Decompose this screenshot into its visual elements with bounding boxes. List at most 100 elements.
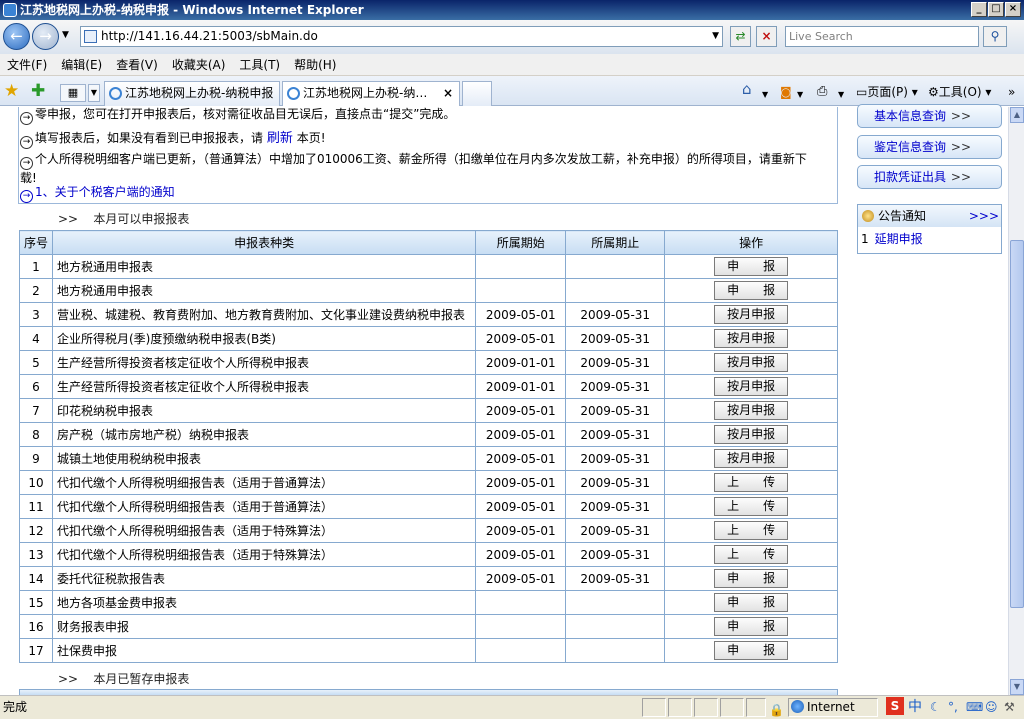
row-action-button[interactable]: 上 传 bbox=[714, 521, 789, 540]
row-period-start: 2009-05-01 bbox=[475, 470, 567, 495]
row-action-button[interactable]: 上 传 bbox=[714, 497, 789, 516]
add-favorite-icon[interactable]: ✚ bbox=[31, 81, 45, 101]
scroll-down-icon[interactable]: ▼ bbox=[1010, 679, 1024, 695]
search-placeholder: Live Search bbox=[789, 30, 853, 43]
assessment-info-query-button[interactable]: 鉴定信息查询 >> bbox=[857, 135, 1002, 159]
maximize-button[interactable]: □ bbox=[988, 2, 1004, 17]
announcement-header: 公告通知 >>> bbox=[858, 205, 1001, 227]
home-dropdown-icon[interactable]: ▼ bbox=[762, 87, 768, 103]
menu-help[interactable]: 帮助(H) bbox=[287, 54, 343, 76]
history-dropdown-icon[interactable]: ▼ bbox=[62, 30, 69, 40]
tools-icon[interactable]: ⚒ bbox=[1004, 696, 1015, 718]
row-action-button[interactable]: 按月申报 bbox=[714, 449, 789, 468]
close-button[interactable]: × bbox=[1005, 2, 1021, 17]
tools-menu-label: 工具(O) bbox=[938, 85, 982, 99]
col-header-name: 申报表种类 bbox=[51, 230, 477, 255]
row-action-button[interactable]: 上 传 bbox=[714, 545, 789, 564]
refresh-link[interactable]: 刷新 bbox=[267, 131, 293, 146]
minimize-button[interactable]: _ bbox=[971, 2, 987, 17]
address-dropdown-icon[interactable]: ▼ bbox=[712, 27, 719, 46]
row-operation: 上 传 bbox=[664, 518, 838, 543]
table-row: 3 营业税、城建税、教育费附加、地方教育费附加、文化事业建设费纳税申报表 2009-… bbox=[19, 302, 838, 327]
window-title: 江苏地税网上办税-纳税申报 - Windows Internet Explore… bbox=[20, 3, 364, 17]
basic-info-query-button[interactable]: 基本信息查询 >> bbox=[857, 104, 1002, 128]
feeds-icon[interactable]: ◙ bbox=[780, 84, 792, 100]
new-tab-button[interactable] bbox=[462, 81, 492, 106]
menu-edit[interactable]: 编辑(E) bbox=[54, 54, 109, 76]
tab-1[interactable]: 江苏地税网上办税-纳税申报 bbox=[104, 81, 280, 106]
moon-icon[interactable]: ☾ bbox=[930, 696, 941, 718]
home-icon[interactable]: ⌂ bbox=[742, 81, 752, 97]
refresh-icon[interactable]: ⇄ bbox=[730, 26, 751, 47]
deduction-voucher-button[interactable]: 扣款凭证出具 >> bbox=[857, 165, 1002, 189]
row-action-button[interactable]: 按月申报 bbox=[714, 425, 789, 444]
tab-ie-icon bbox=[109, 87, 122, 100]
more-link[interactable]: >>> bbox=[969, 205, 999, 227]
row-action-button[interactable]: 按月申报 bbox=[714, 377, 789, 396]
user-icon[interactable]: ☺ bbox=[985, 696, 998, 718]
row-action-button[interactable]: 上 传 bbox=[714, 473, 789, 492]
notice-4-link[interactable]: 1、关于个税客户端的通知 bbox=[35, 185, 175, 199]
chinese-mode-icon[interactable]: 中 bbox=[908, 696, 922, 718]
row-action-button[interactable]: 申 报 bbox=[714, 617, 789, 636]
row-period-start bbox=[475, 638, 567, 663]
row-period-end: 2009-05-31 bbox=[565, 518, 666, 543]
announcement-item-link[interactable]: 延期申报 bbox=[875, 232, 923, 246]
scroll-thumb[interactable] bbox=[1010, 240, 1024, 608]
tools-menu[interactable]: ⚙工具(O) ▾ bbox=[928, 84, 991, 100]
menu-view[interactable]: 查看(V) bbox=[109, 54, 165, 76]
search-icon[interactable]: ⚲ bbox=[983, 26, 1007, 47]
status-cell bbox=[694, 698, 718, 717]
page-menu[interactable]: ▭页面(P) ▾ bbox=[856, 84, 918, 100]
row-report-name: 地方税通用申报表 bbox=[51, 278, 477, 303]
menu-tools[interactable]: 工具(T) bbox=[232, 54, 287, 76]
input-method-icon[interactable]: S bbox=[886, 697, 904, 715]
row-report-name: 印花税纳税申报表 bbox=[51, 398, 477, 423]
favorites-star-icon[interactable]: ★ bbox=[4, 81, 19, 101]
search-input[interactable]: Live Search bbox=[785, 26, 979, 47]
forward-button[interactable]: → bbox=[32, 23, 59, 50]
row-action-button[interactable]: 申 报 bbox=[714, 593, 789, 612]
row-action-button[interactable]: 申 报 bbox=[714, 257, 789, 276]
ie-window: 江苏地税网上办税-纳税申报 - Windows Internet Explore… bbox=[0, 0, 1024, 719]
address-url: http://141.16.44.21:5003/sbMain.do bbox=[101, 29, 318, 43]
row-action-button[interactable]: 按月申报 bbox=[714, 401, 789, 420]
row-period-end: 2009-05-31 bbox=[565, 374, 666, 399]
row-action-button[interactable]: 按月申报 bbox=[714, 329, 789, 348]
row-action-button[interactable]: 申 报 bbox=[714, 569, 789, 588]
row-period-start: 2009-05-01 bbox=[475, 422, 567, 447]
tab-close-icon[interactable]: × bbox=[443, 82, 453, 105]
row-period-end: 2009-05-31 bbox=[565, 302, 666, 327]
menu-file[interactable]: 文件(F) bbox=[0, 54, 54, 76]
section-current-title: >> 本月可以申报报表 bbox=[58, 212, 190, 226]
ie-icon bbox=[3, 3, 17, 17]
tab-2[interactable]: 江苏地税网上办税-纳… × bbox=[282, 81, 460, 106]
notice-4[interactable]: → 1、关于个税客户端的通知 bbox=[20, 184, 835, 203]
notice-1: → 零申报，您可在打开申报表后，核对需征收品目无误后，直接点击“提交”完成。 bbox=[20, 106, 835, 125]
row-period-start: 2009-05-01 bbox=[475, 398, 567, 423]
punctuation-icon[interactable]: °, bbox=[948, 696, 958, 718]
row-period-end bbox=[565, 278, 666, 303]
feeds-dropdown-icon[interactable]: ▼ bbox=[797, 87, 803, 103]
scroll-up-icon[interactable]: ▲ bbox=[1010, 107, 1024, 123]
row-period-end: 2009-05-31 bbox=[565, 398, 666, 423]
row-action-button[interactable]: 申 报 bbox=[714, 281, 789, 300]
menu-favorites[interactable]: 收藏夹(A) bbox=[165, 54, 233, 76]
quick-tabs-icon[interactable]: ▦ bbox=[60, 84, 86, 102]
row-period-start bbox=[475, 614, 567, 639]
row-action-button[interactable]: 按月申报 bbox=[714, 305, 789, 324]
row-action-button[interactable]: 申 报 bbox=[714, 641, 789, 660]
print-dropdown-icon[interactable]: ▼ bbox=[838, 87, 844, 103]
chevron-icon: >> bbox=[950, 140, 971, 154]
tab-list-icon[interactable]: ▼ bbox=[88, 84, 100, 102]
print-icon[interactable]: ⎙ bbox=[817, 84, 827, 100]
tab-row: ★ ✚ ▦ ▼ 江苏地税网上办税-纳税申报 江苏地税网上办税-纳… × ⌂ ▼ … bbox=[0, 76, 1024, 106]
keyboard-icon[interactable]: ⌨ bbox=[966, 696, 983, 718]
vertical-scrollbar[interactable]: ▲ ▼ bbox=[1008, 107, 1024, 695]
row-action-button[interactable]: 按月申报 bbox=[714, 353, 789, 372]
stop-icon[interactable]: × bbox=[756, 26, 777, 47]
address-bar[interactable]: http://141.16.44.21:5003/sbMain.do ▼ bbox=[80, 26, 723, 47]
back-button[interactable]: ← bbox=[3, 23, 30, 50]
notice-1-text: 零申报，您可在打开申报表后，核对需征收品目无误后，直接点击“提交”完成。 bbox=[35, 107, 456, 121]
chevron-right-icon[interactable]: » bbox=[1008, 84, 1015, 100]
